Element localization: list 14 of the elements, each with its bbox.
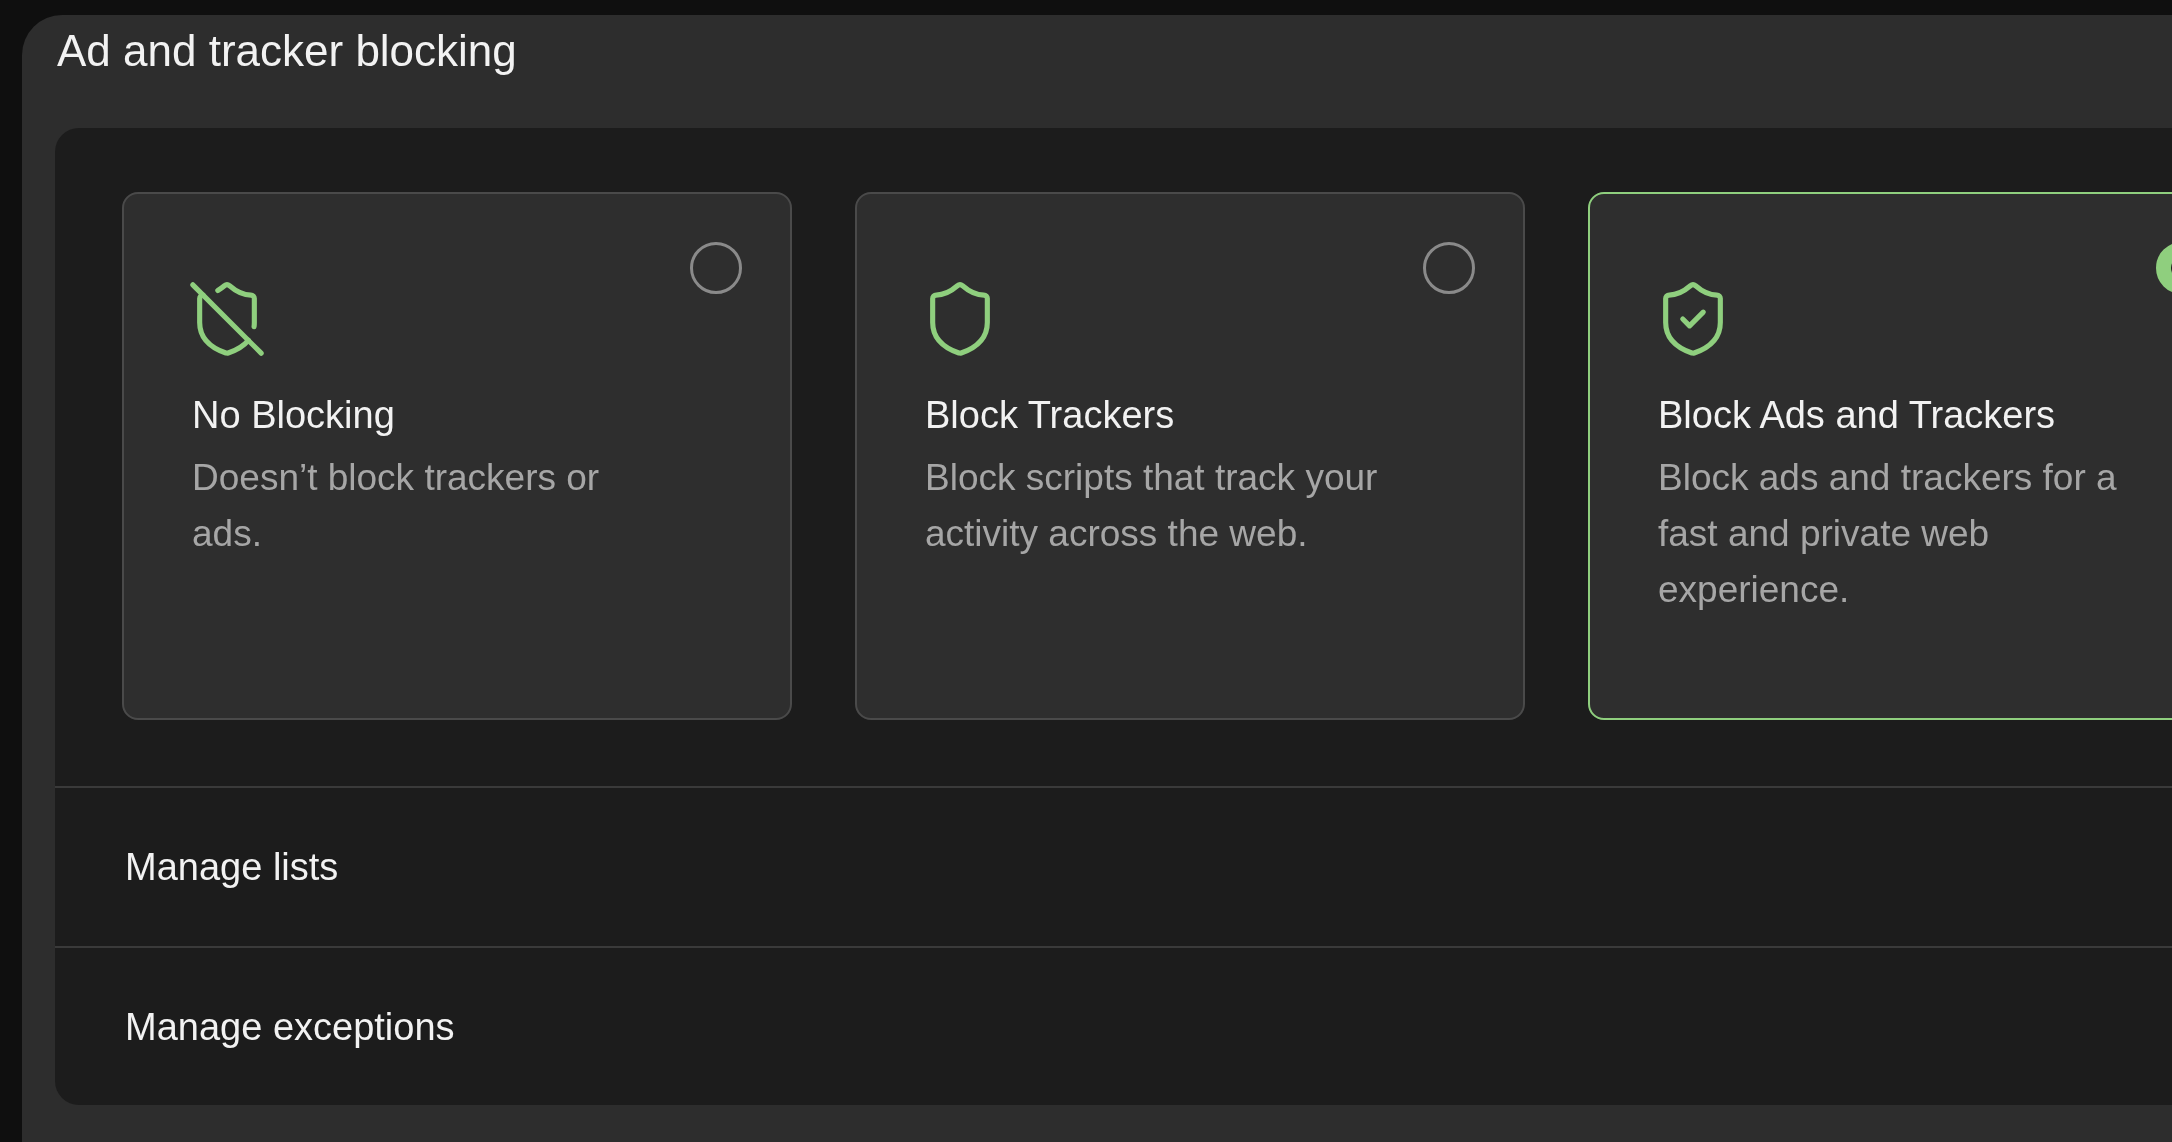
option-description: Block scripts that track your activity across the web.: [925, 456, 1379, 556]
settings-row-link[interactable]: Manage exceptions: [125, 998, 455, 1056]
radio-button[interactable]: [1423, 242, 1475, 294]
option-description: Block ads and trackers for a fast and private web experience.: [1658, 456, 2118, 612]
section-title: Ad and tracker blocking: [57, 26, 517, 75]
option-title: No Blocking: [192, 393, 395, 438]
option-card[interactable]: Block Trackers Block scripts that track your activity across the web.: [855, 192, 1525, 720]
option-title: Block Trackers: [925, 393, 1175, 438]
radio-button[interactable]: [690, 242, 742, 294]
option-description: Doesn’t block trackers or ads.: [192, 456, 601, 556]
settings-row-link[interactable]: Manage lists: [125, 838, 339, 896]
option-card[interactable]: No Blocking Doesn’t block trackers or ads.: [122, 192, 792, 720]
option-title: Block Ads and Trackers: [1658, 393, 2056, 438]
option-card[interactable]: Block Ads and Trackers Block ads and trackers for a fast and private web experience.: [1588, 192, 2172, 720]
